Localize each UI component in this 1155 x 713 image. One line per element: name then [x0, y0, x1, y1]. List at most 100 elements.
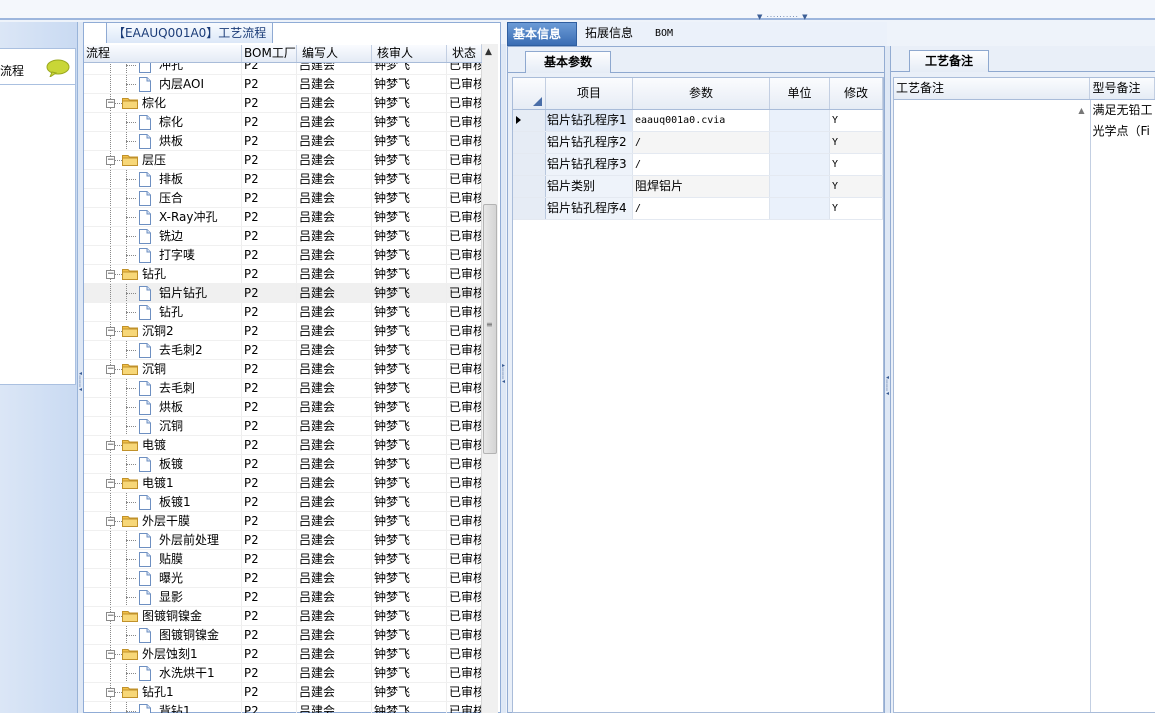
nav-item-process[interactable]: 流程: [0, 49, 75, 85]
tree-row[interactable]: 去毛刺 P2 吕建会 钟梦飞 已审核: [84, 379, 482, 398]
tree-row[interactable]: 显影 P2 吕建会 钟梦飞 已审核: [84, 588, 482, 607]
param-modify-cell[interactable]: Y: [830, 176, 883, 197]
tab-extended-info[interactable]: 拓展信息: [585, 22, 633, 46]
tree-row[interactable]: 水洗烘干1 P2 吕建会 钟梦飞 已审核: [84, 664, 482, 683]
tree-row[interactable]: 冲孔 P2 吕建会 钟梦飞 已审核: [84, 63, 482, 75]
tree-row[interactable]: − 外层干膜 P2 吕建会 钟梦飞 已审核: [84, 512, 482, 531]
column-header-process-note[interactable]: 工艺备注: [894, 78, 1091, 99]
tab-bom[interactable]: BOM: [655, 22, 673, 46]
tree-row[interactable]: − 电镀1 P2 吕建会 钟梦飞 已审核: [84, 474, 482, 493]
tree-row[interactable]: 棕化 P2 吕建会 钟梦飞 已审核: [84, 113, 482, 132]
tree-row[interactable]: − 沉铜 P2 吕建会 钟梦飞 已审核: [84, 360, 482, 379]
tree-row[interactable]: 外层前处理 P2 吕建会 钟梦飞 已审核: [84, 531, 482, 550]
splitter-grip-icon[interactable]: ▼ ·········· ▼: [757, 14, 819, 21]
param-unit-cell[interactable]: [770, 110, 830, 131]
column-header-bom-factory[interactable]: BOM工厂: [242, 45, 297, 62]
tree-row[interactable]: 沉铜 P2 吕建会 钟梦飞 已审核: [84, 417, 482, 436]
parameter-row[interactable]: 铝片钻孔程序3/ Y: [513, 154, 883, 176]
param-value-cell[interactable]: /: [633, 198, 770, 219]
param-item-cell[interactable]: 铝片钻孔程序1: [546, 110, 633, 131]
collapse-toggle-icon[interactable]: −: [106, 99, 115, 108]
tree-row[interactable]: − 图镀铜镍金 P2 吕建会 钟梦飞 已审核: [84, 607, 482, 626]
tree-row[interactable]: − 层压 P2 吕建会 钟梦飞 已审核: [84, 151, 482, 170]
scrollbar-thumb[interactable]: ≡: [483, 204, 497, 454]
column-header-unit[interactable]: 单位: [770, 78, 830, 109]
tree-row[interactable]: 铣边 P2 吕建会 钟梦飞 已审核: [84, 227, 482, 246]
collapse-toggle-icon[interactable]: −: [106, 365, 115, 374]
param-unit-cell[interactable]: [770, 198, 830, 219]
param-value-cell[interactable]: eaauq001a0.cvia: [633, 110, 770, 131]
param-item-cell[interactable]: 铝片钻孔程序3: [546, 154, 633, 175]
tree-row[interactable]: − 棕化 P2 吕建会 钟梦飞 已审核: [84, 94, 482, 113]
tree-row[interactable]: 图镀铜镍金 P2 吕建会 钟梦飞 已审核: [84, 626, 482, 645]
param-unit-cell[interactable]: [770, 154, 830, 175]
scroll-up-caret-icon[interactable]: ▲: [1078, 106, 1084, 115]
param-value-cell[interactable]: /: [633, 132, 770, 153]
tree-row[interactable]: − 电镀 P2 吕建会 钟梦飞 已审核: [84, 436, 482, 455]
column-header-auditor[interactable]: 核审人: [372, 45, 447, 62]
tab-process-note[interactable]: 工艺备注: [909, 50, 989, 72]
collapse-toggle-icon[interactable]: −: [106, 479, 115, 488]
parameter-row[interactable]: 铝片钻孔程序1 eaauq001a0.cvia Y: [513, 110, 883, 132]
column-header-param[interactable]: 参数: [633, 78, 770, 109]
tree-row[interactable]: 烘板 P2 吕建会 钟梦飞 已审核: [84, 132, 482, 151]
row-indicator[interactable]: [513, 110, 546, 131]
tree-row[interactable]: 曝光 P2 吕建会 钟梦飞 已审核: [84, 569, 482, 588]
tree-row[interactable]: 背钻1 P2 吕建会 钟梦飞 已审核: [84, 702, 482, 713]
param-unit-cell[interactable]: [770, 176, 830, 197]
param-modify-cell[interactable]: Y: [830, 154, 883, 175]
column-header-process[interactable]: 流程: [84, 45, 242, 62]
tree-row[interactable]: 贴膜 P2 吕建会 钟梦飞 已审核: [84, 550, 482, 569]
tree-row[interactable]: 去毛刺2 P2 吕建会 钟梦飞 已审核: [84, 341, 482, 360]
tree-row[interactable]: − 外层蚀刻1 P2 吕建会 钟梦飞 已审核: [84, 645, 482, 664]
parameter-row[interactable]: 铝片钻孔程序2/ Y: [513, 132, 883, 154]
column-header-modify[interactable]: 修改: [830, 78, 883, 109]
param-modify-cell[interactable]: Y: [830, 198, 883, 219]
collapse-toggle-icon[interactable]: −: [106, 612, 115, 621]
tree-row[interactable]: 压合 P2 吕建会 钟梦飞 已审核: [84, 189, 482, 208]
collapse-toggle-icon[interactable]: −: [106, 156, 115, 165]
collapse-toggle-icon[interactable]: −: [106, 327, 115, 336]
model-note-column[interactable]: 满足无铅工 光学点（Fi: [1091, 100, 1155, 712]
parameter-row[interactable]: 铝片钻孔程序4/ Y: [513, 198, 883, 220]
param-modify-cell[interactable]: Y: [830, 132, 883, 153]
scroll-up-arrow-icon[interactable]: ▲: [485, 47, 492, 57]
tree-row[interactable]: − 钻孔1 P2 吕建会 钟梦飞 已审核: [84, 683, 482, 702]
tree-panel-tab[interactable]: 【EAAUQ001A0】工艺流程: [106, 22, 274, 43]
collapse-toggle-icon[interactable]: −: [106, 270, 115, 279]
tree-row[interactable]: − 沉铜2 P2 吕建会 钟梦飞 已审核: [84, 322, 482, 341]
param-item-cell[interactable]: 铝片钻孔程序4: [546, 198, 633, 219]
param-value-cell[interactable]: /: [633, 154, 770, 175]
row-indicator[interactable]: [513, 132, 546, 153]
param-value-cell[interactable]: 阻焊铝片: [633, 176, 770, 197]
param-item-cell[interactable]: 铝片类别: [546, 176, 633, 197]
param-item-cell[interactable]: 铝片钻孔程序2: [546, 132, 633, 153]
collapse-toggle-icon[interactable]: −: [106, 441, 115, 450]
tab-basic-info[interactable]: 基本信息: [507, 22, 577, 46]
subtab-basic-params[interactable]: 基本参数: [525, 51, 611, 73]
row-indicator[interactable]: [513, 198, 546, 219]
tree-row[interactable]: 钻孔 P2 吕建会 钟梦飞 已审核: [84, 303, 482, 322]
param-unit-cell[interactable]: [770, 132, 830, 153]
column-header-item[interactable]: 项目: [546, 78, 633, 109]
row-indicator[interactable]: [513, 154, 546, 175]
tree-row[interactable]: 内层AOI P2 吕建会 钟梦飞 已审核: [84, 75, 482, 94]
tree-row[interactable]: 排板 P2 吕建会 钟梦飞 已审核: [84, 170, 482, 189]
tree-row[interactable]: − 钻孔 P2 吕建会 钟梦飞 已审核: [84, 265, 482, 284]
parameter-row[interactable]: 铝片类别 阻焊铝片 Y: [513, 176, 883, 198]
tree-row[interactable]: X-Ray冲孔 P2 吕建会 钟梦飞 已审核: [84, 208, 482, 227]
tree-vertical-scrollbar[interactable]: ▲ ≡: [481, 44, 498, 713]
column-header-status[interactable]: 状态: [447, 45, 482, 62]
tree-row[interactable]: 铝片钻孔 P2 吕建会 钟梦飞 已审核: [84, 284, 482, 303]
column-header-model-note[interactable]: 型号备注: [1090, 78, 1155, 99]
middle-splitter[interactable]: ▸ ⁞ ⁞ ⁞ ◂: [501, 44, 506, 713]
row-indicator[interactable]: [513, 176, 546, 197]
collapse-toggle-icon[interactable]: −: [106, 517, 115, 526]
tree-row[interactable]: 板镀1 P2 吕建会 钟梦飞 已审核: [84, 493, 482, 512]
column-header-writer[interactable]: 编写人: [297, 45, 372, 62]
collapse-toggle-icon[interactable]: −: [106, 650, 115, 659]
process-note-text-area[interactable]: ▲: [894, 100, 1091, 712]
tree-row[interactable]: 打字唛 P2 吕建会 钟梦飞 已审核: [84, 246, 482, 265]
tree-row[interactable]: 板镀 P2 吕建会 钟梦飞 已审核: [84, 455, 482, 474]
param-modify-cell[interactable]: Y: [830, 110, 883, 131]
